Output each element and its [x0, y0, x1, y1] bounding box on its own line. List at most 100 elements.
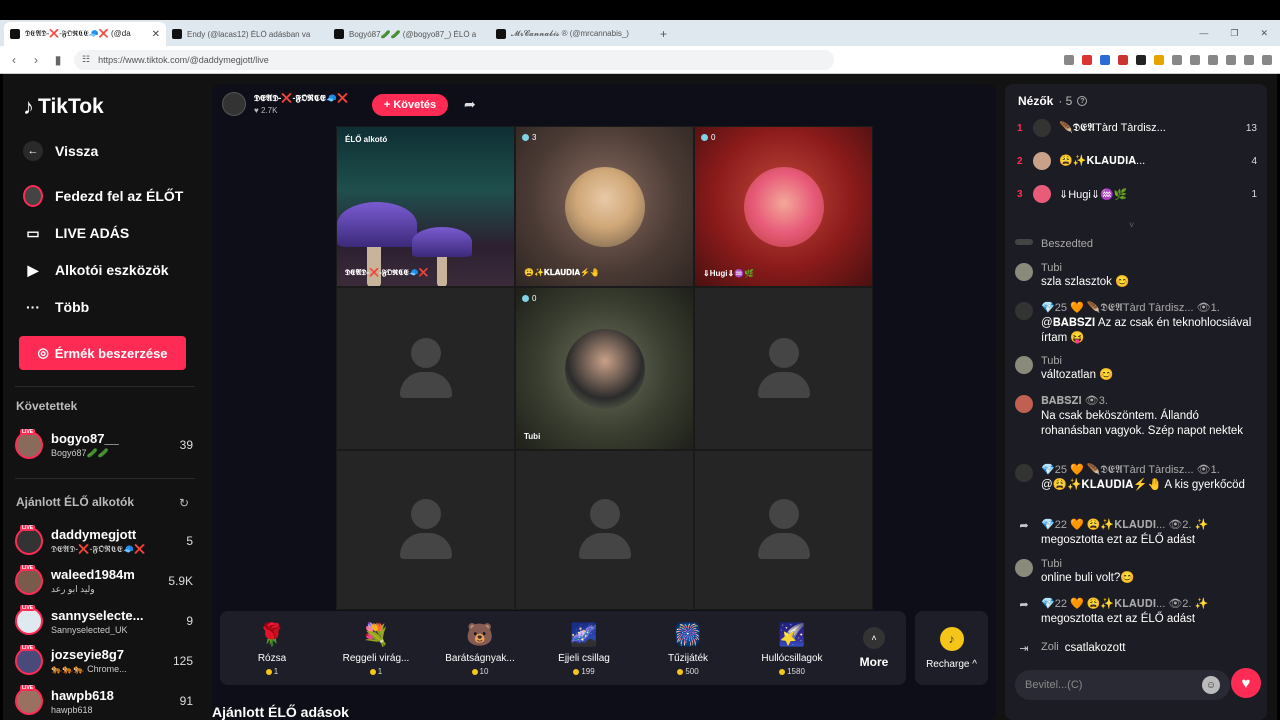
extension-icon[interactable] [1154, 54, 1164, 65]
nav-creator-tools[interactable]: ▶ Alkotói eszközök [23, 260, 169, 280]
viewers-header[interactable]: Nézők · 5 ? [1018, 94, 1088, 108]
guest-video [564, 166, 645, 247]
tiktok-note-icon: ♪ [23, 94, 34, 119]
chat-message: ➦ 💎22 🧡 😩✨𝐊𝐋𝐀𝐔𝐃𝐈... 👁2. ✨ megosztotta ez… [1015, 597, 1260, 627]
download-icon[interactable] [1190, 54, 1200, 65]
url-field[interactable]: ☷ https://www.tiktok.com/@daddymegjott/l… [74, 49, 834, 70]
refresh-icon[interactable]: ↻ [179, 496, 189, 510]
avatar[interactable] [1015, 559, 1033, 577]
extension-icon[interactable] [1100, 54, 1110, 65]
tiktok-coin-icon: ♪ [939, 626, 964, 651]
close-window-icon[interactable]: ✕ [1260, 28, 1268, 39]
coin-icon [573, 668, 580, 675]
browser-tab-2[interactable]: Bogyó87🥒🥒 (@bogyo87_) ÉLŐ a [328, 22, 490, 46]
viewer-count: 5 [186, 534, 193, 548]
message-user[interactable]: Zoli [1041, 641, 1059, 660]
empty-slot[interactable] [694, 450, 873, 610]
guest-cell[interactable]: 3 😩✨𝐊𝐋𝐀𝐔𝐃𝐈𝐀⚡🤚 [515, 126, 694, 287]
nav-live[interactable]: ▭ LIVE ADÁS [23, 223, 129, 243]
host-avatar[interactable] [222, 92, 246, 116]
extension-icon[interactable] [1172, 54, 1182, 65]
message-user[interactable]: Tubi [1041, 355, 1251, 367]
chat-message: Tubi szla szlasztok 😊 [1015, 262, 1260, 290]
message-user[interactable]: 𝐁𝐀𝐁𝐒𝐙𝐈 👁3. [1041, 394, 1251, 408]
guest-cell-host[interactable]: ÉLŐ alkotó 𝕯𝕰𝕬𝕯-❌-𝕱𝕺𝕽𝕮𝕰🧢❌ [336, 126, 515, 287]
tiktok-favicon-icon [496, 29, 506, 39]
avatar[interactable] [1015, 263, 1033, 281]
tab-title: Endy (@lacas12) ÉLŐ adásban va [187, 29, 311, 39]
sidebar-icon[interactable] [1226, 54, 1236, 65]
message-user[interactable]: 💎25 🧡 🪶𝕯𝕰𝕬Tàrd Tàrdisz... 👁1. [1041, 463, 1251, 477]
restore-icon[interactable]: ❐ [1230, 28, 1238, 39]
message-text: Na csak beköszöntem. Állandó rohanásban … [1041, 410, 1244, 437]
empty-slot[interactable] [515, 450, 694, 610]
creator-label: ÉLŐ alkotó [345, 135, 388, 144]
top-viewer-row[interactable]: 3 ⇓Hugi⇓♒🌿 1 [1017, 182, 1257, 206]
nav-more[interactable]: ··· Több [23, 297, 89, 317]
empty-slot[interactable] [336, 287, 515, 450]
new-tab-icon[interactable]: + [660, 27, 667, 41]
minimize-icon[interactable]: — [1199, 28, 1208, 39]
recommended-account[interactable]: LIVE sannyselecte... Sannyselected_UK 9 [15, 604, 193, 638]
bookmark-icon[interactable]: ▮ [52, 53, 64, 67]
avatar[interactable] [1015, 302, 1033, 320]
back-link[interactable]: ← Vissza [23, 141, 98, 161]
message-user[interactable]: 💎22 🧡 😩✨𝐊𝐋𝐀𝐔𝐃𝐈... 👁2. ✨ [1041, 597, 1251, 611]
more-gifts-button[interactable]: ˄ More [844, 627, 904, 669]
like-heart-button[interactable]: ♥ [1231, 668, 1261, 698]
recharge-button[interactable]: ♪ Recharge ^ [915, 611, 988, 685]
top-viewer-row[interactable]: 1 🪶𝕯𝕰𝕬Tàrd Tàrdisz... 13 [1017, 116, 1257, 140]
tab-title: Bogyó87🥒🥒 (@bogyo87_) ÉLŐ a [349, 29, 477, 39]
divider [15, 386, 195, 387]
nav-label: Több [55, 299, 90, 315]
nav-explore-live[interactable]: Fedezd fel az ÉLŐT [23, 185, 183, 207]
gift-price: 1 [369, 667, 382, 676]
following-account[interactable]: LIVE bogyo87__ Bogyó87🥒🥒 39 [15, 428, 193, 462]
browser-tab-1[interactable]: Endy (@lacas12) ÉLŐ adásban va [166, 22, 328, 46]
emoji-icon[interactable]: ☺ [1202, 676, 1220, 694]
forward-arrow-icon[interactable]: › [30, 53, 42, 67]
host-info[interactable]: 𝕯𝕰𝕬𝕯-❌-𝕱𝕺𝕽𝕮𝕰🧢❌ ♥ 2.7K [222, 92, 348, 116]
empty-slot[interactable] [336, 450, 515, 610]
extension-icon[interactable] [1064, 54, 1074, 65]
avatar[interactable] [1015, 395, 1033, 413]
wallet-icon[interactable] [1244, 54, 1254, 65]
gift-morning-flower[interactable]: 💐 Reggeli virág... 1 [324, 620, 428, 676]
site-settings-icon[interactable]: ☷ [82, 54, 90, 65]
buy-coins-button[interactable]: ◎ Érmék beszerzése [19, 336, 186, 370]
chat-input[interactable]: Bevitel...(C) ☺ [1015, 670, 1230, 700]
gift-shooting-stars[interactable]: 🌠 Hullócsillagok 1580 [740, 620, 844, 676]
browser-tab-0[interactable]: 𝕯𝕰𝕬𝕯-❌-𝕱𝕺𝕽𝕮𝕰🧢❌ (@da ✕ [4, 22, 166, 46]
avatar[interactable] [1015, 356, 1033, 374]
tiktok-logo[interactable]: ♪ TikTok [23, 94, 104, 120]
help-icon[interactable]: ? [1077, 96, 1088, 106]
message-user[interactable]: 💎22 🧡 😩✨𝐊𝐋𝐀𝐔𝐃𝐈... 👁2. ✨ [1041, 518, 1251, 532]
extension-icon[interactable] [1082, 54, 1092, 65]
guest-cell[interactable]: 0 Tubi [515, 287, 694, 450]
recommended-account[interactable]: LIVE daddymegjott 𝕯𝕰𝕬𝕯-❌-𝕱𝕺𝕽𝕮𝕰🧢❌ 5 [15, 524, 193, 558]
gift-fireworks[interactable]: 🎆 Tűzijáték 500 [636, 620, 740, 676]
recommended-account[interactable]: LIVE waleed1984m وليد ابو رعد 5.9K [15, 564, 193, 598]
back-arrow-icon[interactable]: ‹ [8, 53, 20, 67]
message-user[interactable]: Tubi [1041, 558, 1251, 570]
recommended-account[interactable]: LIVE hawpb618 hawpb618 91 [15, 684, 193, 718]
avatar[interactable] [1015, 464, 1033, 482]
recommended-account[interactable]: LIVE jozseyie8g7 🐅🐅🐅 Chrome... 125 [15, 644, 193, 678]
top-viewer-row[interactable]: 2 😩✨𝐊𝐋𝐀𝐔𝐃𝐈𝐀... 4 [1017, 149, 1257, 173]
browser-tab-3[interactable]: 𝓜𝓻𝓒𝓪𝓷𝓷𝓪𝓫𝓲𝓼 ® (@mrcannabis_) [490, 22, 652, 46]
empty-slot[interactable] [694, 287, 873, 450]
music-icon[interactable] [1208, 54, 1218, 65]
menu-icon[interactable] [1262, 54, 1272, 65]
gift-rose[interactable]: 🌹 Rózsa 1 [220, 620, 324, 676]
gift-friendship[interactable]: 🐻 Barátságnyak... 10 [428, 620, 532, 676]
extension-icon[interactable] [1136, 54, 1146, 65]
message-user[interactable]: Tubi [1041, 262, 1251, 274]
extension-icon[interactable] [1118, 54, 1128, 65]
close-tab-icon[interactable]: ✕ [152, 29, 160, 40]
follow-button[interactable]: + Követés [372, 94, 448, 116]
guest-cell[interactable]: 0 ⇓Hugi⇓♒🌿 [694, 126, 873, 287]
share-icon[interactable]: ➦ [464, 96, 476, 113]
message-user[interactable]: 💎25 🧡 🪶𝕯𝕰𝕬Tàrd Tàrdisz... 👁1. [1041, 301, 1251, 315]
gift-night-star[interactable]: 🌌 Éjjeli csillag 199 [532, 620, 636, 676]
chevron-down-icon[interactable]: ˅ [1129, 220, 1134, 230]
